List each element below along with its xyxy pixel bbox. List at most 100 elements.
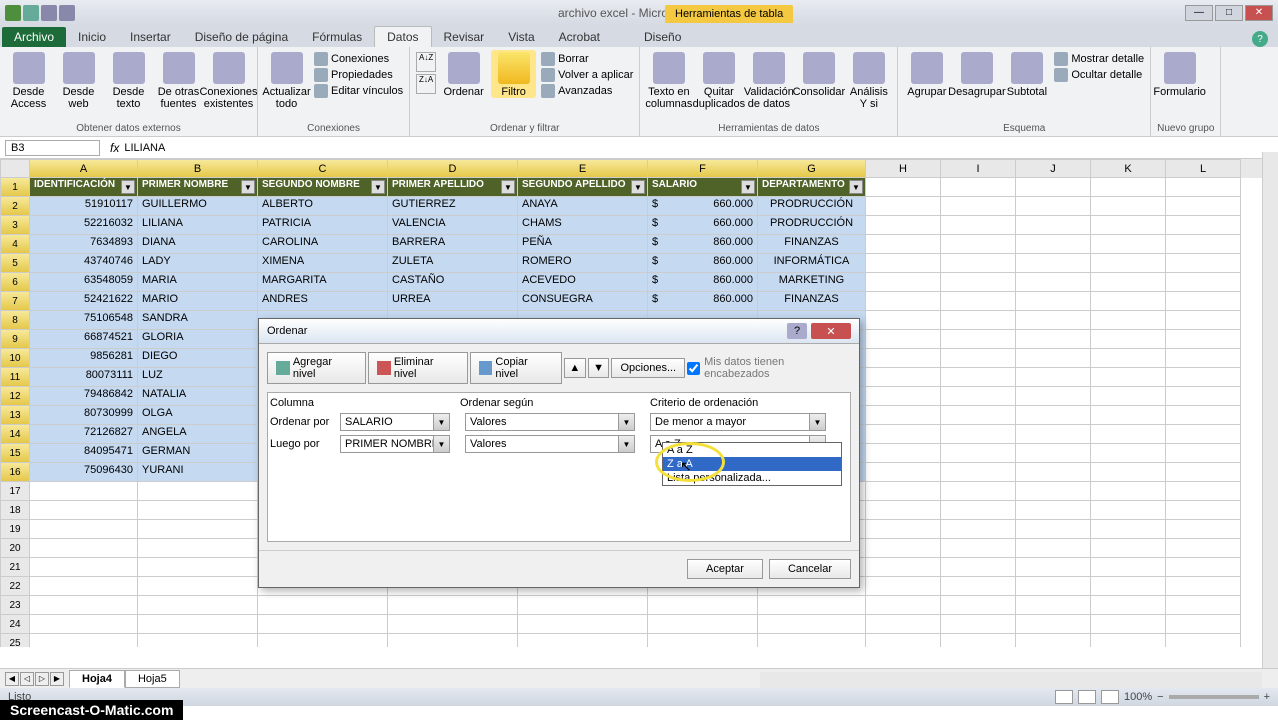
conexiones-button[interactable]: Conexiones <box>314 52 403 66</box>
cell-nombre1[interactable]: OLGA <box>138 406 258 425</box>
empty-cell[interactable] <box>941 425 1016 444</box>
row-header[interactable]: 7 <box>0 292 30 311</box>
cell-apellido1[interactable]: VALENCIA <box>388 216 518 235</box>
accept-button[interactable]: Aceptar <box>687 559 763 579</box>
empty-cell[interactable] <box>866 482 941 501</box>
empty-cell[interactable] <box>866 596 941 615</box>
empty-cell[interactable] <box>866 634 941 647</box>
empty-cell[interactable] <box>941 615 1016 634</box>
row-header[interactable]: 12 <box>0 387 30 406</box>
row-header[interactable]: 14 <box>0 425 30 444</box>
volver-aplicar-button[interactable]: Volver a aplicar <box>541 68 633 82</box>
empty-cell[interactable] <box>1166 368 1241 387</box>
dropdown-option-az[interactable]: A a Z <box>663 443 841 457</box>
cell-id[interactable]: 75096430 <box>30 463 138 482</box>
empty-cell[interactable] <box>1166 463 1241 482</box>
table-header[interactable]: PRIMER APELLIDO▼ <box>388 178 518 197</box>
empty-cell[interactable] <box>518 615 648 634</box>
empty-cell[interactable] <box>1016 463 1091 482</box>
desde-texto-button[interactable]: Desde texto <box>106 50 151 110</box>
formulario-button[interactable]: Formulario <box>1157 50 1202 98</box>
cancel-button[interactable]: Cancelar <box>769 559 851 579</box>
row-header[interactable]: 23 <box>0 596 30 615</box>
ocultar-detalle-button[interactable]: Ocultar detalle <box>1054 68 1144 82</box>
empty-cell[interactable] <box>138 634 258 647</box>
cell-departamento[interactable]: INFORMÁTICA <box>758 254 866 273</box>
actualizar-todo-button[interactable]: Actualizar todo <box>264 50 309 110</box>
empty-cell[interactable] <box>1016 406 1091 425</box>
empty-cell[interactable] <box>1091 577 1166 596</box>
table-header[interactable]: PRIMER NOMBRE▼ <box>138 178 258 197</box>
empty-cell[interactable] <box>1091 615 1166 634</box>
empty-cell[interactable] <box>1166 273 1241 292</box>
tab-insertar[interactable]: Insertar <box>118 27 183 47</box>
cell-departamento[interactable]: PRODRUCCIÓN <box>758 197 866 216</box>
cell-id[interactable]: 80073111 <box>30 368 138 387</box>
empty-cell[interactable] <box>866 178 941 197</box>
cell-nombre2[interactable]: MARGARITA <box>258 273 388 292</box>
sheet-nav-first[interactable]: ◀ <box>5 672 19 686</box>
table-header[interactable]: SEGUNDO NOMBRE▼ <box>258 178 388 197</box>
empty-cell[interactable] <box>866 254 941 273</box>
sort-za-button[interactable]: Z↓A <box>416 74 436 94</box>
cell-id[interactable]: 43740746 <box>30 254 138 273</box>
maximize-button[interactable]: □ <box>1215 5 1243 21</box>
sheet-nav-prev[interactable]: ◁ <box>20 672 34 686</box>
empty-cell[interactable] <box>1091 463 1166 482</box>
empty-cell[interactable] <box>138 539 258 558</box>
cell-salario[interactable]: $860.000 <box>648 273 758 292</box>
empty-cell[interactable] <box>758 596 866 615</box>
empty-cell[interactable] <box>1166 387 1241 406</box>
empty-cell[interactable] <box>138 596 258 615</box>
empty-cell[interactable] <box>1016 216 1091 235</box>
row-header[interactable]: 10 <box>0 349 30 368</box>
empty-cell[interactable] <box>138 482 258 501</box>
empty-cell[interactable] <box>941 520 1016 539</box>
empty-cell[interactable] <box>941 558 1016 577</box>
desde-web-button[interactable]: Desde web <box>56 50 101 110</box>
empty-cell[interactable] <box>1016 235 1091 254</box>
empty-cell[interactable] <box>866 615 941 634</box>
sheet-nav-next[interactable]: ▷ <box>35 672 49 686</box>
cell-departamento[interactable]: FINANZAS <box>758 235 866 254</box>
empty-cell[interactable] <box>941 330 1016 349</box>
col-header-l[interactable]: L <box>1166 159 1241 178</box>
conexiones-existentes-button[interactable]: Conexiones existentes <box>206 50 251 110</box>
delete-level-button[interactable]: Eliminar nivel <box>368 352 468 384</box>
empty-cell[interactable] <box>1091 368 1166 387</box>
cell-id[interactable]: 52216032 <box>30 216 138 235</box>
col-header-g[interactable]: G <box>758 159 866 178</box>
empty-cell[interactable] <box>941 349 1016 368</box>
col-header-b[interactable]: B <box>138 159 258 178</box>
empty-cell[interactable] <box>758 615 866 634</box>
name-box[interactable] <box>5 140 100 156</box>
row-header[interactable]: 25 <box>0 634 30 647</box>
empty-cell[interactable] <box>941 216 1016 235</box>
cell-nombre1[interactable]: MARIA <box>138 273 258 292</box>
empty-cell[interactable] <box>1016 197 1091 216</box>
empty-cell[interactable] <box>866 577 941 596</box>
empty-cell[interactable] <box>30 501 138 520</box>
empty-cell[interactable] <box>1091 539 1166 558</box>
cell-id[interactable]: 52421622 <box>30 292 138 311</box>
empty-cell[interactable] <box>1091 197 1166 216</box>
empty-cell[interactable] <box>866 444 941 463</box>
empty-cell[interactable] <box>866 311 941 330</box>
empty-cell[interactable] <box>1016 387 1091 406</box>
tab-revisar[interactable]: Revisar <box>432 27 497 47</box>
empty-cell[interactable] <box>1166 596 1241 615</box>
sort-by-1-combo[interactable]: Valores▼ <box>465 413 635 431</box>
empty-cell[interactable] <box>1016 501 1091 520</box>
col-header-c[interactable]: C <box>258 159 388 178</box>
sort-col-1-combo[interactable]: SALARIO▼ <box>340 413 450 431</box>
empty-cell[interactable] <box>866 235 941 254</box>
cell-nombre1[interactable]: GLORIA <box>138 330 258 349</box>
empty-cell[interactable] <box>941 406 1016 425</box>
cell-apellido1[interactable]: URREA <box>388 292 518 311</box>
empty-cell[interactable] <box>866 197 941 216</box>
empty-cell[interactable] <box>1016 254 1091 273</box>
tab-diseno[interactable]: Diseño <box>632 27 693 47</box>
empty-cell[interactable] <box>1091 330 1166 349</box>
empty-cell[interactable] <box>866 292 941 311</box>
zoom-out-button[interactable]: − <box>1157 691 1163 703</box>
